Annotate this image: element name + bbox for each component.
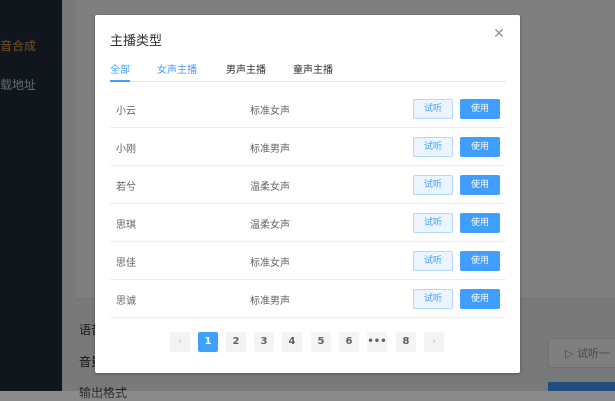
- active-tab-indicator: [110, 80, 130, 82]
- anchor-name: 思琪: [116, 220, 136, 231]
- listen-button[interactable]: 试听: [413, 289, 453, 309]
- tab-child-anchor[interactable]: 童声主播: [293, 61, 333, 76]
- listen-button[interactable]: 试听: [413, 137, 453, 157]
- tab-male-anchor[interactable]: 男声主播: [226, 61, 266, 76]
- anchor-name: 小云: [116, 106, 136, 117]
- tab-all-label: 全部: [110, 65, 130, 76]
- table-row: 思佳 标准女声 试听 使用: [110, 243, 506, 280]
- anchor-name: 思诚: [116, 296, 136, 307]
- anchor-type: 标准女声: [250, 258, 290, 269]
- anchor-type: 标准男声: [250, 296, 290, 307]
- tab-male-anchor-label: 男声主播: [226, 65, 266, 76]
- tab-female-anchor[interactable]: 女声主播: [157, 61, 197, 76]
- tab-all[interactable]: 全部: [110, 61, 130, 76]
- page-button-4[interactable]: 4: [282, 332, 302, 352]
- listen-button[interactable]: 试听: [413, 213, 453, 233]
- tab-bar: 全部 女声主播 男声主播 童声主播: [110, 59, 506, 82]
- listen-button[interactable]: 试听: [413, 251, 453, 271]
- anchor-type: 标准女声: [250, 106, 290, 117]
- anchor-name: 小刚: [116, 144, 136, 155]
- table-row: 小刚 标准男声 试听 使用: [110, 129, 506, 166]
- dialog-title: 主播类型: [110, 34, 163, 49]
- table-row: 思诚 标准男声 试听 使用: [110, 281, 506, 318]
- anchor-type: 温柔女声: [250, 220, 290, 231]
- page-button-8[interactable]: 8: [396, 332, 416, 352]
- more-pages-button[interactable]: •••: [367, 332, 387, 352]
- page-button-2[interactable]: 2: [226, 332, 246, 352]
- table-row: 若兮 温柔女声 试听 使用: [110, 167, 506, 204]
- prev-page-button[interactable]: ‹: [170, 332, 190, 352]
- anchor-type-dialog: 主播类型 ✕ 全部 女声主播 男声主播 童声主播 小云 标准女声 试听 使用 小…: [95, 15, 520, 373]
- tab-child-anchor-label: 童声主播: [293, 65, 333, 76]
- page-button-3[interactable]: 3: [254, 332, 274, 352]
- page-button-6[interactable]: 6: [339, 332, 359, 352]
- anchor-name: 若兮: [116, 182, 136, 193]
- page-button-5[interactable]: 5: [311, 332, 331, 352]
- use-button[interactable]: 使用: [460, 213, 500, 233]
- listen-button[interactable]: 试听: [413, 99, 453, 119]
- anchor-list: 小云 标准女声 试听 使用 小刚 标准男声 试听 使用 若兮 温柔女声 试听 使…: [110, 91, 506, 319]
- table-row: 小云 标准女声 试听 使用: [110, 91, 506, 128]
- use-button[interactable]: 使用: [460, 99, 500, 119]
- use-button[interactable]: 使用: [460, 175, 500, 195]
- use-button[interactable]: 使用: [460, 289, 500, 309]
- close-icon[interactable]: ✕: [492, 27, 506, 41]
- use-button[interactable]: 使用: [460, 251, 500, 271]
- anchor-name: 思佳: [116, 258, 136, 269]
- use-button[interactable]: 使用: [460, 137, 500, 157]
- next-page-button[interactable]: ›: [424, 332, 444, 352]
- listen-button[interactable]: 试听: [413, 175, 453, 195]
- tab-female-anchor-label: 女声主播: [157, 65, 197, 76]
- anchor-type: 标准男声: [250, 144, 290, 155]
- anchor-type: 温柔女声: [250, 182, 290, 193]
- page-button-1[interactable]: 1: [198, 332, 218, 352]
- table-row: 思琪 温柔女声 试听 使用: [110, 205, 506, 242]
- pagination: ‹ 1 2 3 4 5 6 ••• 8 ›: [170, 332, 450, 352]
